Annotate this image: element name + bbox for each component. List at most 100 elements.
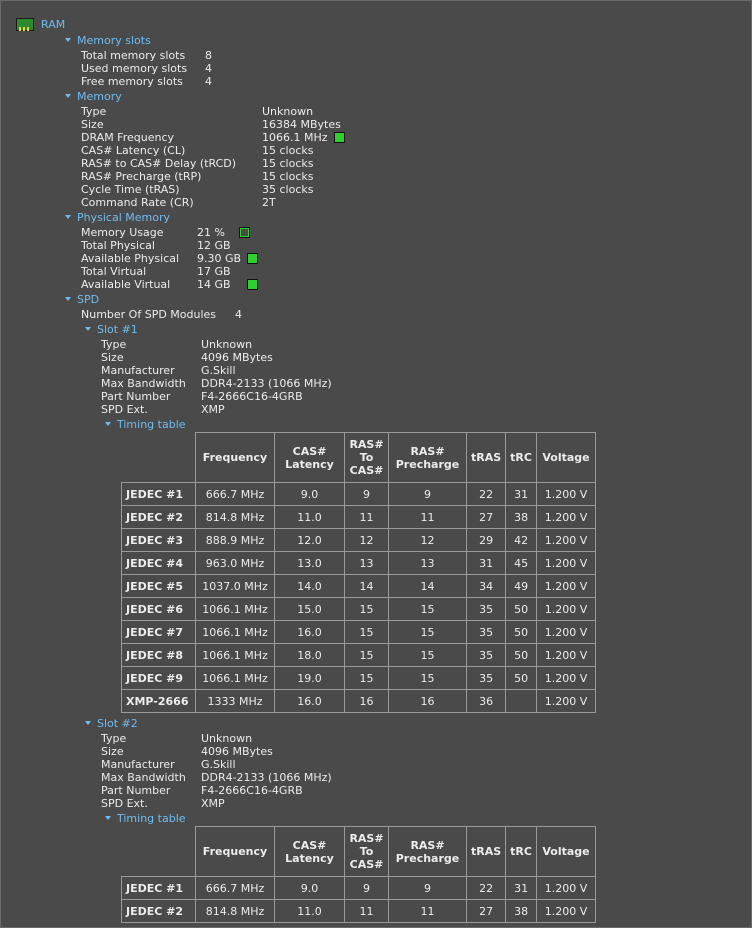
node-label: Slot #1 — [97, 323, 138, 336]
column-header: tRAS — [465, 432, 507, 483]
node-slot-2[interactable]: Slot #2 — [85, 717, 138, 730]
table-cell: 1.200 V — [535, 876, 596, 900]
row-header-cell: JEDEC #2 — [121, 899, 196, 923]
table-cell: 1066.1 MHz — [195, 597, 275, 621]
table-cell: 38 — [505, 899, 537, 923]
green-indicator-icon[interactable] — [333, 131, 345, 143]
table-cell: 1333 MHz — [195, 689, 275, 713]
column-header: tRAS — [465, 826, 507, 877]
table-cell: 666.7 MHz — [195, 482, 275, 506]
node-timing-table-1[interactable]: Timing table — [105, 418, 186, 431]
node-timing-table-2[interactable]: Timing table — [105, 812, 186, 825]
table-cell: 12 — [388, 528, 467, 552]
node-slot-1[interactable]: Slot #1 — [85, 323, 138, 336]
table-cell: 11 — [344, 505, 389, 529]
table-cell: 15 — [388, 643, 467, 667]
green-indicator-icon[interactable] — [247, 252, 259, 264]
node-physical-memory[interactable]: Physical Memory — [65, 211, 170, 224]
column-header: RAS# To CAS# — [344, 826, 389, 877]
prop-label: Size — [81, 118, 104, 131]
prop-value: 4096 MBytes — [201, 745, 273, 758]
prop-label: Cycle Time (tRAS) — [81, 183, 180, 196]
prop-label: RAS# Precharge (tRP) — [81, 170, 202, 183]
table-cell: 35 — [465, 620, 507, 644]
prop-value: 4096 MBytes — [201, 351, 273, 364]
table-row: JEDEC #6 1066.1 MHz 15.0 15 15 35 50 1.200 V — [121, 597, 596, 621]
table-row: JEDEC #5 1037.0 MHz 14.0 14 14 34 49 1.200 V — [121, 574, 596, 598]
prop-label: Max Bandwidth — [101, 771, 186, 784]
row-header-cell: JEDEC #4 — [121, 551, 196, 575]
table-cell: 35 — [465, 666, 507, 690]
table-cell: 11 — [388, 505, 467, 529]
node-label: SPD — [77, 293, 100, 306]
table-cell: 49 — [505, 574, 537, 598]
column-header: tRC — [505, 432, 537, 483]
table-cell: 13 — [388, 551, 467, 575]
collapse-arrow-icon — [105, 422, 111, 426]
prop-label: Total memory slots — [81, 49, 186, 62]
ram-icon — [16, 18, 34, 31]
table-row: JEDEC #9 1066.1 MHz 19.0 15 15 35 50 1.200 V — [121, 666, 596, 690]
node-memory[interactable]: Memory — [65, 90, 122, 103]
collapse-arrow-icon — [105, 816, 111, 820]
table-cell: 9 — [344, 482, 389, 506]
table-row: JEDEC #8 1066.1 MHz 18.0 15 15 35 50 1.200 V — [121, 643, 596, 667]
collapse-arrow-icon — [85, 327, 91, 331]
node-spd[interactable]: SPD — [65, 293, 99, 306]
prop-label: SPD Ext. — [101, 403, 148, 416]
prop-value: 16384 MBytes — [262, 118, 341, 131]
table-cell: 18.0 — [274, 643, 345, 667]
prop-value: XMP — [201, 403, 225, 416]
node-memory-slots[interactable]: Memory slots — [65, 34, 151, 47]
table-cell: 1066.1 MHz — [195, 620, 275, 644]
prop-label: Size — [101, 745, 124, 758]
prop-label: Part Number — [101, 784, 171, 797]
column-header: RAS# To CAS# — [344, 432, 389, 483]
prop-value: 17 GB — [197, 265, 231, 278]
tree-root-ram[interactable]: RAM — [41, 18, 65, 31]
row-header-cell: JEDEC #2 — [121, 505, 196, 529]
collapse-arrow-icon — [65, 94, 71, 98]
green-indicator-icon[interactable] — [246, 278, 258, 290]
prop-value: Unknown — [201, 732, 253, 745]
table-cell: 22 — [465, 876, 507, 900]
usage-indicator-icon[interactable] — [238, 226, 250, 238]
column-header: CAS# Latency — [274, 826, 345, 877]
prop-label: Available Physical — [81, 252, 180, 265]
table-cell: 15 — [388, 666, 467, 690]
table-cell: 814.8 MHz — [195, 899, 275, 923]
column-header: Frequency — [195, 826, 275, 877]
node-label: Slot #2 — [97, 717, 138, 730]
table-cell: 36 — [465, 689, 507, 713]
table-cell: 666.7 MHz — [195, 876, 275, 900]
row-header-cell: JEDEC #5 — [121, 574, 196, 598]
table-cell: 22 — [465, 482, 507, 506]
node-label: Memory — [77, 90, 122, 103]
row-header-cell: XMP-2666 — [121, 689, 196, 713]
table-cell: 16 — [344, 689, 389, 713]
prop-label: Number Of SPD Modules — [81, 308, 217, 321]
prop-value: DDR4-2133 (1066 MHz) — [201, 377, 332, 390]
table-cell — [505, 689, 537, 713]
table-row: JEDEC #1 666.7 MHz 9.0 9 9 22 31 1.200 V — [121, 482, 596, 506]
column-header: CAS# Latency — [274, 432, 345, 483]
node-label: Timing table — [117, 812, 186, 825]
table-cell: 11 — [388, 899, 467, 923]
table-cell: 15.0 — [274, 597, 345, 621]
table-cell: 1.200 V — [535, 574, 596, 598]
prop-value: Unknown — [262, 105, 314, 118]
node-label: Timing table — [117, 418, 186, 431]
table-cell: 9 — [388, 482, 467, 506]
row-header-cell: JEDEC #3 — [121, 528, 196, 552]
prop-value: Unknown — [201, 338, 253, 351]
table-cell: 12.0 — [274, 528, 345, 552]
table-cell: 50 — [505, 620, 537, 644]
row-header-cell: JEDEC #1 — [121, 876, 196, 900]
prop-value: 2T — [262, 196, 276, 209]
table-cell: 14.0 — [274, 574, 345, 598]
prop-value: 4 — [235, 308, 242, 321]
prop-value: 4 — [205, 75, 212, 88]
prop-label: Part Number — [101, 390, 171, 403]
prop-label: Total Physical — [81, 239, 155, 252]
table-row: XMP-2666 1333 MHz 16.0 16 16 36 1.200 V — [121, 689, 596, 713]
